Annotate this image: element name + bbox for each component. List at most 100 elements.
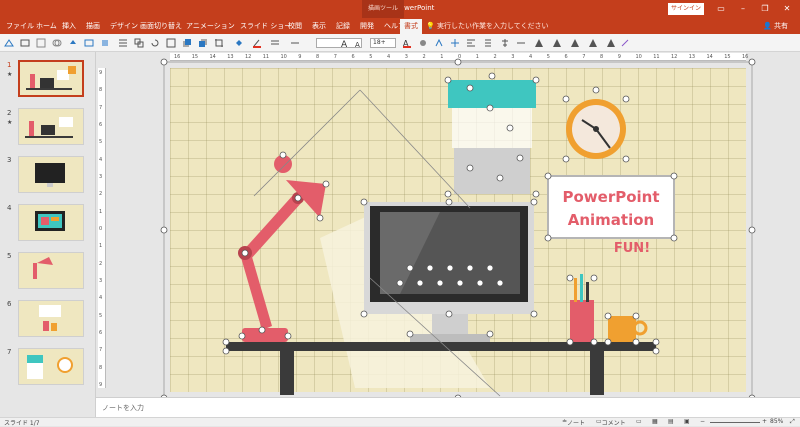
tab-animations[interactable]: アニメーション — [186, 21, 235, 31]
zoom-slider[interactable] — [710, 422, 760, 423]
notes-toggle-button[interactable]: ≐ ノート — [562, 418, 585, 427]
maximize-icon[interactable]: ❐ — [758, 2, 772, 16]
selection-handle[interactable] — [632, 312, 640, 320]
tell-me-box[interactable]: 💡 実行したい作業を入力してください — [426, 21, 549, 31]
selection-handle[interactable] — [486, 330, 494, 338]
bring-forward-icon[interactable] — [182, 38, 192, 48]
slide-thumbnail-2[interactable] — [18, 108, 84, 145]
zoom-out-icon[interactable]: − — [700, 418, 705, 425]
pencil-cup[interactable] — [570, 274, 594, 342]
selection-handle[interactable] — [544, 172, 552, 180]
zoom-in-icon[interactable]: + — [762, 418, 767, 425]
selection-handle[interactable] — [454, 58, 462, 66]
shape-fill-icon[interactable] — [68, 38, 78, 48]
selection-handle[interactable] — [445, 310, 453, 318]
selection-handle[interactable] — [406, 264, 414, 272]
tab-record[interactable]: 記録 — [336, 21, 350, 31]
increase-font-icon[interactable]: A — [340, 38, 350, 48]
selection-handle[interactable] — [532, 190, 540, 198]
line-style-icon[interactable] — [270, 38, 280, 48]
tab-draw[interactable]: 描画 — [86, 21, 100, 31]
slideshow-icon[interactable]: ▣ — [684, 418, 690, 425]
desk-lamp[interactable] — [238, 155, 326, 342]
selection-handle[interactable] — [426, 264, 434, 272]
shapes-icon[interactable] — [4, 38, 14, 48]
coffee-mug[interactable] — [608, 316, 648, 342]
powerpoint-animation-sign[interactable]: PowerPoint Animation FUN! — [547, 175, 675, 256]
selection-handle[interactable] — [670, 172, 678, 180]
selection-handle[interactable] — [488, 72, 496, 80]
minimize-icon[interactable]: – — [736, 2, 750, 16]
selection-handle[interactable] — [562, 155, 570, 163]
selection-handle[interactable] — [160, 226, 168, 234]
tab-insert[interactable]: 挿入 — [62, 21, 76, 31]
selection-handle[interactable] — [544, 234, 552, 242]
selection-handle[interactable] — [476, 279, 484, 287]
slide-thumbnail-3[interactable] — [18, 156, 84, 193]
pen-color-icon[interactable] — [252, 38, 262, 48]
tab-transitions[interactable]: 画面切り替え — [140, 21, 182, 31]
paint-bucket-icon[interactable] — [234, 38, 244, 48]
selection-handle[interactable] — [294, 194, 302, 202]
selection-handle[interactable] — [566, 338, 574, 346]
tab-home[interactable]: ホーム — [36, 21, 57, 31]
selection-handle[interactable] — [496, 174, 504, 182]
animation-3-icon[interactable] — [570, 38, 580, 48]
shape-outline-icon[interactable] — [84, 38, 94, 48]
selection-handle[interactable] — [316, 214, 324, 222]
selection-handle[interactable] — [604, 312, 612, 320]
send-backward-icon[interactable] — [198, 38, 208, 48]
selection-handle[interactable] — [670, 234, 678, 242]
animation-2-icon[interactable] — [552, 38, 562, 48]
signin-button[interactable]: サインイン — [668, 3, 704, 15]
tab-design[interactable]: デザイン — [110, 21, 138, 31]
selection-handle[interactable] — [592, 86, 600, 94]
wordart-icon[interactable] — [450, 38, 460, 48]
text-fill-icon[interactable] — [418, 38, 428, 48]
selection-handle[interactable] — [562, 95, 570, 103]
selection-handle[interactable] — [652, 338, 660, 346]
selection-handle[interactable] — [238, 332, 246, 340]
selection-handle[interactable] — [444, 190, 452, 198]
animation-painter-icon[interactable] — [620, 38, 630, 48]
text-align-icon[interactable] — [466, 38, 476, 48]
reading-view-icon[interactable]: ▤ — [668, 418, 674, 425]
selection-handle[interactable] — [652, 347, 660, 355]
rotate-icon[interactable] — [150, 38, 160, 48]
slide-thumbnail-4[interactable] — [18, 204, 84, 241]
shape-effects-icon[interactable] — [100, 38, 110, 48]
tab-file[interactable]: ファイル — [6, 21, 34, 31]
more-icon[interactable] — [290, 38, 300, 48]
distribute-icon[interactable] — [516, 38, 526, 48]
slide-thumbnail-6[interactable] — [18, 300, 84, 337]
selection-handle[interactable] — [406, 330, 414, 338]
stacked-books[interactable] — [448, 80, 536, 194]
edit-shape-icon[interactable] — [20, 38, 30, 48]
bullets-icon[interactable] — [482, 38, 492, 48]
selection-handle[interactable] — [466, 264, 474, 272]
selection-handle[interactable] — [360, 310, 368, 318]
selection-handle[interactable] — [322, 180, 330, 188]
animation-1-icon[interactable] — [534, 38, 544, 48]
selection-handle[interactable] — [506, 124, 514, 132]
selection-handle[interactable] — [530, 198, 538, 206]
group-icon[interactable] — [134, 38, 144, 48]
tab-review[interactable]: 校閲 — [288, 21, 302, 31]
slide-sorter-icon[interactable]: ▦ — [652, 418, 658, 425]
crop-icon[interactable] — [214, 38, 224, 48]
selection-handle[interactable] — [284, 332, 292, 340]
tab-view[interactable]: 表示 — [312, 21, 326, 31]
font-color-icon[interactable]: A — [402, 38, 412, 48]
slide-canvas[interactable]: PowerPoint Animation FUN! — [160, 58, 756, 402]
fit-to-window-icon[interactable]: ⤢ — [790, 418, 795, 426]
selection-handle[interactable] — [222, 338, 230, 346]
selection-handle[interactable] — [456, 279, 464, 287]
selection-handle[interactable] — [566, 274, 574, 282]
selection-handle[interactable] — [466, 84, 474, 92]
text-effects-icon[interactable] — [434, 38, 444, 48]
selection-handle[interactable] — [241, 249, 249, 257]
selection-handle[interactable] — [604, 338, 612, 346]
tab-developer[interactable]: 開発 — [360, 21, 374, 31]
animation-5-icon[interactable] — [606, 38, 616, 48]
selection-handle[interactable] — [486, 264, 494, 272]
